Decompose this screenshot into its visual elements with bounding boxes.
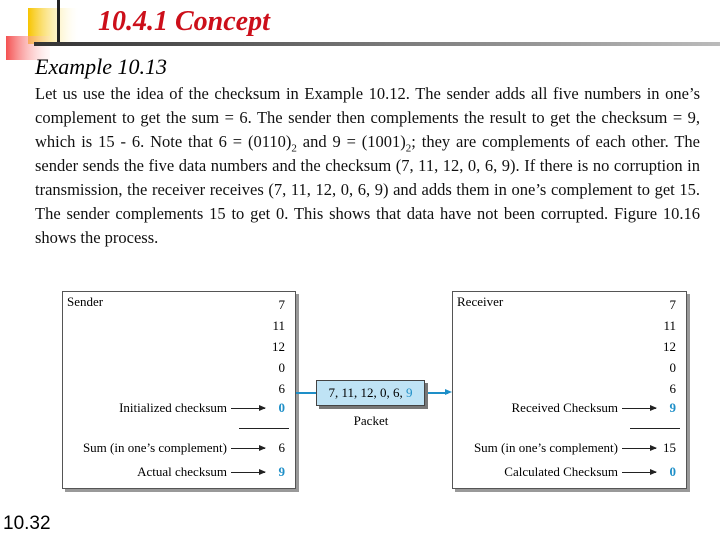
receiver-number: 11	[663, 318, 676, 333]
receiver-number: 7	[669, 297, 677, 312]
sum-divider	[239, 428, 289, 429]
receiver-number: 12	[663, 339, 676, 354]
slide-title: 10.4.1 Concept	[98, 6, 270, 37]
receiver-box: Receiver 7 11 12 0 6 Received Checksum 9 …	[452, 291, 687, 489]
receiver-number: 6	[669, 381, 677, 396]
calculated-checksum-row: Calculated Checksum 0	[504, 464, 676, 479]
arrow-icon	[231, 404, 266, 411]
arrow-icon	[622, 468, 657, 475]
actual-checksum-row: Actual checksum 9	[137, 464, 285, 479]
sender-number: 0	[278, 360, 286, 375]
arrow-icon	[231, 468, 266, 475]
link-line	[296, 392, 316, 394]
arrow-icon	[622, 404, 657, 411]
packet-label: Packet	[353, 413, 389, 428]
example-text: Let us use the idea of the checksum in E…	[35, 84, 700, 247]
arrow-icon	[231, 444, 266, 451]
initialized-checksum-row: Initialized checksum 0	[119, 400, 285, 415]
sender-number: 11	[272, 318, 285, 333]
page-number: 10.32	[3, 513, 51, 534]
sender-number: 12	[272, 339, 285, 354]
sender-label: Sender	[67, 294, 104, 309]
sender-box: Sender 7 11 12 0 6 Initialized checksum 0…	[62, 291, 296, 489]
sender-sum-row: Sum (in one’s complement) 6	[82, 440, 285, 455]
packet: 7, 11, 12, 0, 6, 9	[316, 380, 425, 406]
sender-number: 6	[278, 381, 286, 396]
example-heading: Example 10.13	[35, 54, 167, 79]
sender-number: 7	[278, 297, 286, 312]
receiver-number: 0	[669, 360, 677, 375]
receiver-sum-row: Sum (in one’s complement) 15	[473, 440, 676, 455]
packet-arrow-icon	[424, 389, 452, 395]
arrow-icon	[622, 444, 657, 451]
sum-divider	[630, 428, 680, 429]
received-checksum-row: Received Checksum 9	[511, 400, 677, 415]
receiver-label: Receiver	[457, 294, 504, 309]
